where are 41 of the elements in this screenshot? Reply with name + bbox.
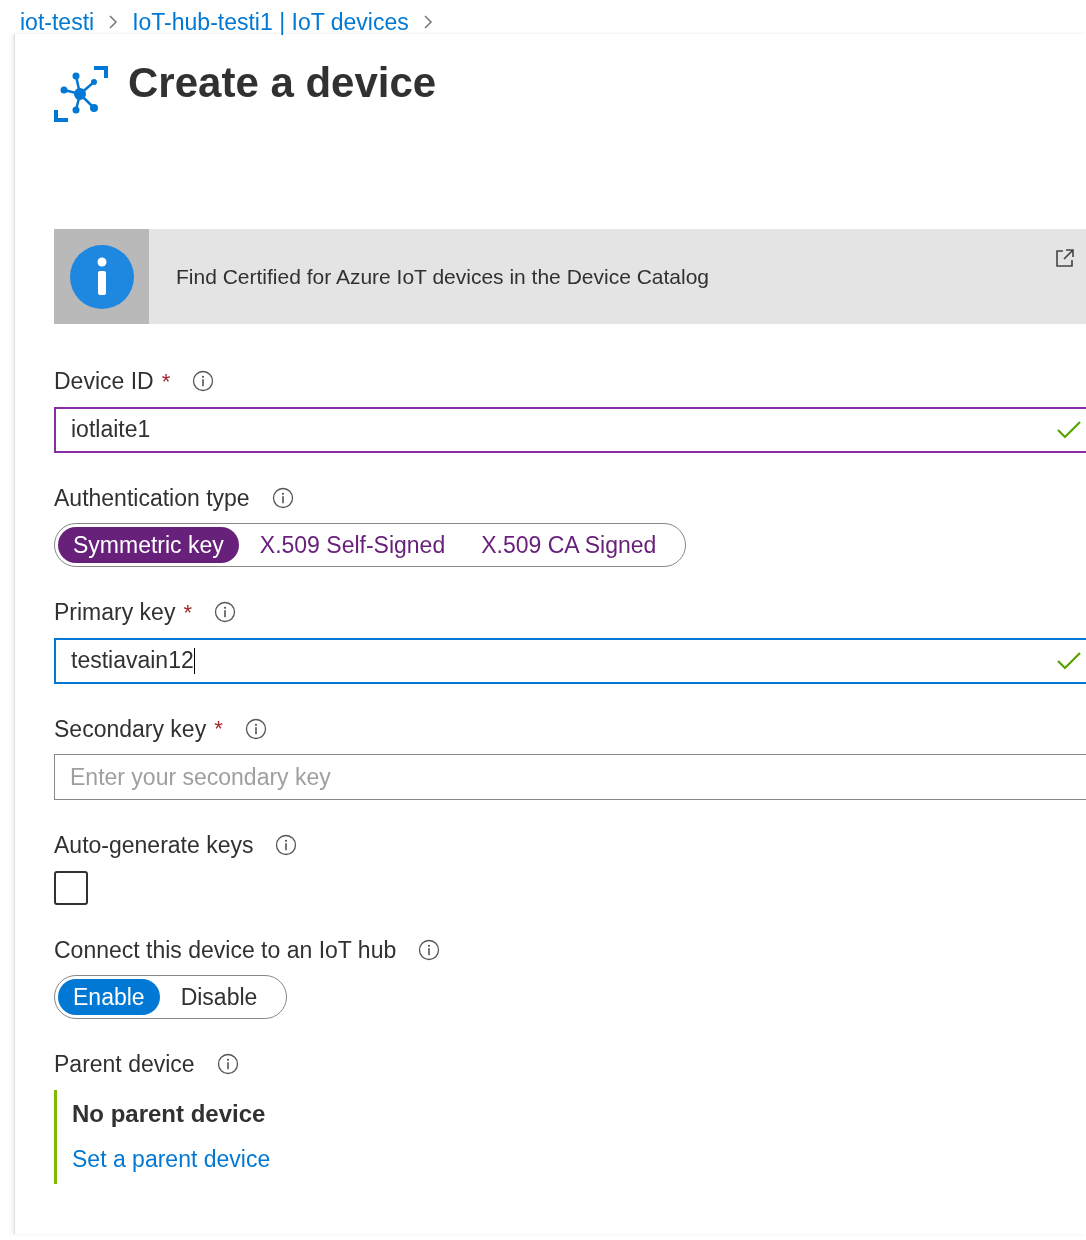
field-label: Auto-generate keys — [54, 831, 254, 860]
banner-text: Find Certified for Azure IoT devices in the Device Catalog — [176, 263, 710, 290]
info-icon — [275, 834, 298, 857]
field-label: Parent device — [54, 1050, 195, 1079]
field-label: Device ID — [54, 367, 154, 396]
field-label: Secondary key — [54, 714, 207, 744]
segment-option[interactable]: Symmetric key — [58, 527, 239, 563]
segment-option[interactable]: X.509 CA Signed — [466, 527, 672, 563]
checkbox[interactable] — [54, 870, 88, 905]
info-icon — [418, 938, 441, 961]
text-field[interactable]: testiavain12 — [54, 637, 1086, 684]
field-value: iotlaite1 — [71, 415, 151, 445]
required-asterisk: * — [214, 715, 223, 744]
checkmark-icon — [1056, 418, 1082, 439]
field-label: Connect this device to an IoT hub — [54, 935, 397, 965]
set-parent-link[interactable]: Set a parent device — [72, 1141, 1086, 1176]
checkmark-icon — [1056, 649, 1082, 670]
device-network-icon — [54, 64, 110, 124]
field-value: testiavain12 — [71, 646, 196, 676]
info-icon — [213, 601, 236, 624]
field-placeholder: Enter your secondary key — [70, 762, 331, 792]
segment-option[interactable]: Disable — [165, 979, 273, 1015]
segment-option[interactable]: X.509 Self-Signed — [244, 527, 461, 563]
info-icon — [68, 243, 135, 310]
external-link-icon — [1054, 247, 1076, 269]
info-icon — [271, 486, 294, 509]
chevron-right-icon — [108, 14, 119, 30]
info-icon — [192, 370, 215, 393]
page-title: Create a device — [128, 62, 437, 104]
required-asterisk: * — [183, 598, 192, 627]
info-icon — [244, 717, 267, 740]
required-asterisk: * — [161, 367, 171, 396]
field-label: Primary key — [54, 598, 176, 627]
field-label: Authentication type — [54, 483, 250, 513]
info-icon — [216, 1053, 239, 1076]
parent-device-value: No parent device — [72, 1098, 267, 1129]
text-field[interactable]: iotlaite1 — [54, 406, 1086, 453]
segment-option[interactable]: Enable — [58, 979, 160, 1015]
breadcrumb-link[interactable]: IoT-hub-testi1 | IoT devices — [132, 4, 409, 40]
chevron-right-icon — [422, 14, 433, 30]
breadcrumb-link[interactable]: iot-testi — [20, 4, 95, 40]
